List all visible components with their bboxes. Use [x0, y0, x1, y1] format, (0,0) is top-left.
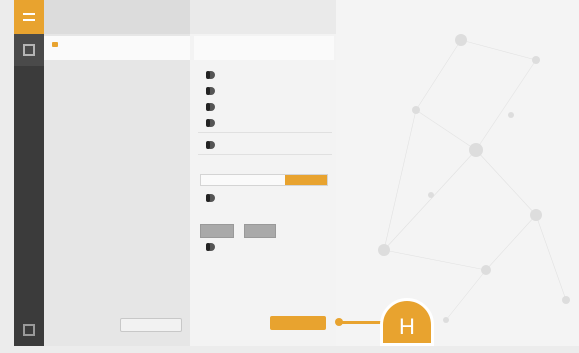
- toggle-row[interactable]: [198, 140, 332, 150]
- bottom-nav-icon: [23, 324, 35, 336]
- divider: [198, 154, 332, 155]
- toggle-row[interactable]: [198, 70, 332, 80]
- sessions-action-button[interactable]: [120, 318, 182, 332]
- menu-button[interactable]: [14, 0, 44, 34]
- segment-option-active[interactable]: [285, 175, 327, 185]
- session-item[interactable]: [44, 36, 190, 60]
- resolution-height-input[interactable]: [244, 224, 276, 238]
- rail-nav-bottom[interactable]: [14, 314, 44, 346]
- toggle-row[interactable]: [198, 242, 332, 252]
- sessions-icon: [23, 44, 35, 56]
- toggle-switch[interactable]: [206, 71, 215, 79]
- segment-option[interactable]: [243, 175, 285, 185]
- network-illustration: [378, 34, 570, 323]
- settings-header: [190, 0, 336, 34]
- toggle-switch[interactable]: [206, 103, 215, 111]
- network-background: [336, 0, 579, 346]
- toggle-row[interactable]: [198, 86, 332, 96]
- toggle-row[interactable]: [198, 193, 332, 203]
- callout-badge: H: [380, 298, 434, 346]
- settings-card: [194, 36, 334, 60]
- rail-nav-sessions[interactable]: [14, 34, 44, 66]
- menu-icon: [23, 13, 35, 21]
- toggle-switch[interactable]: [206, 243, 215, 251]
- sessions-header: [44, 0, 190, 34]
- toggle-switch[interactable]: [206, 194, 215, 202]
- callout-line: [342, 321, 382, 324]
- toggle-switch[interactable]: [206, 87, 215, 95]
- toggle-switch[interactable]: [206, 119, 215, 127]
- session-marker-icon: [52, 42, 58, 47]
- segment-option[interactable]: [201, 175, 243, 185]
- toggle-switch[interactable]: [206, 141, 215, 149]
- toggle-row[interactable]: [198, 102, 332, 112]
- save-settings-button[interactable]: [270, 316, 326, 330]
- toggle-row[interactable]: [198, 118, 332, 128]
- segmented-control: [200, 174, 328, 186]
- resolution-width-input[interactable]: [200, 224, 234, 238]
- divider: [198, 132, 332, 133]
